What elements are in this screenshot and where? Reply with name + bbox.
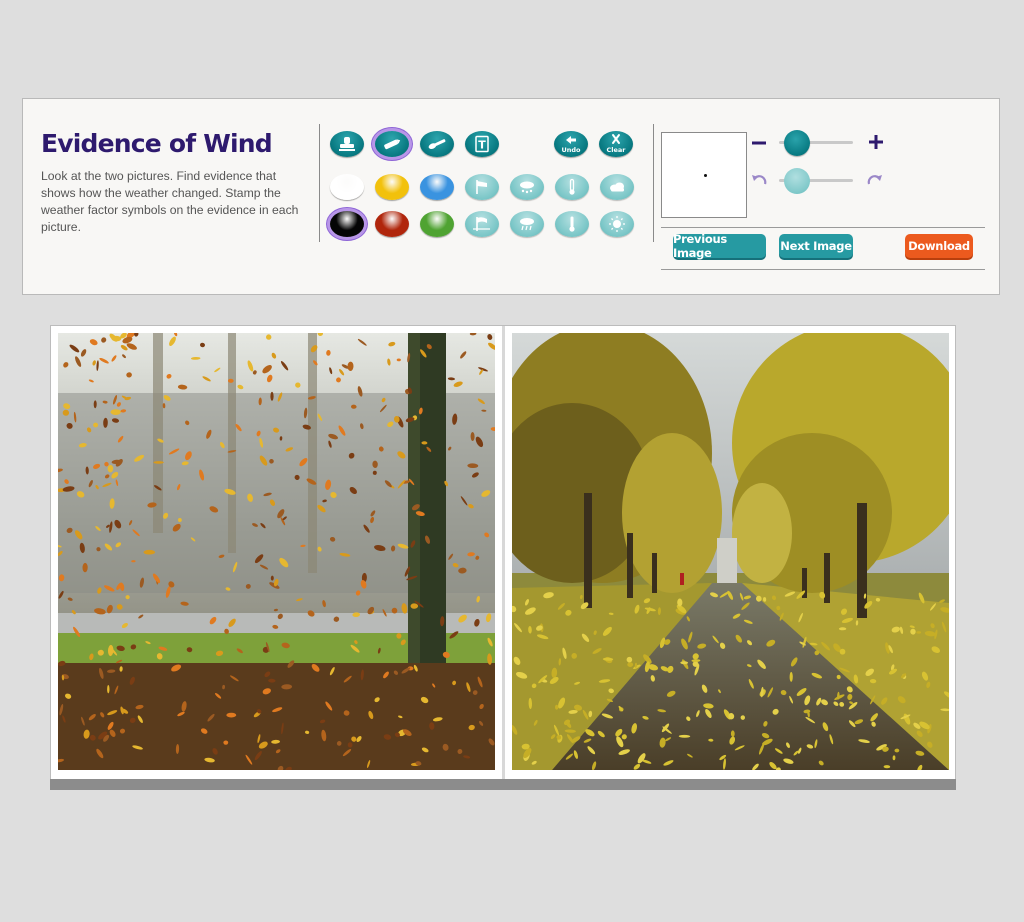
leaf bbox=[396, 358, 401, 362]
brush-icon bbox=[428, 139, 446, 150]
rotate-right-button[interactable] bbox=[866, 172, 884, 188]
leaf bbox=[226, 712, 237, 718]
brush-preview-dot bbox=[704, 174, 707, 177]
thermometer-low-stamp-button[interactable] bbox=[555, 174, 589, 200]
cloud-icon bbox=[610, 182, 624, 192]
thermometer-high-stamp-button[interactable] bbox=[555, 211, 589, 237]
photo-blowing-leaves[interactable] bbox=[58, 333, 495, 770]
divider bbox=[661, 269, 985, 270]
size-slider-knob[interactable] bbox=[783, 130, 810, 156]
rotate-left-button[interactable] bbox=[750, 172, 768, 188]
undo-button[interactable]: Undo bbox=[554, 131, 588, 157]
thermometer-high-icon bbox=[569, 216, 575, 232]
sun-stamp-button[interactable] bbox=[600, 211, 634, 237]
clear-label: Clear bbox=[606, 146, 626, 154]
stamp-icon bbox=[339, 137, 355, 151]
color-white-swatch[interactable] bbox=[330, 174, 364, 200]
snow-cloud-icon bbox=[520, 181, 534, 194]
activity-panel: Evidence of Wind Look at the two picture… bbox=[22, 98, 1000, 295]
color-green-swatch[interactable] bbox=[420, 211, 454, 237]
cloud-stamp-button[interactable] bbox=[600, 174, 634, 200]
minus-icon bbox=[752, 141, 766, 145]
rain-cloud-icon bbox=[520, 218, 534, 231]
image-divider bbox=[502, 326, 505, 779]
leaf bbox=[789, 671, 793, 682]
toolbox: T Undo Clear bbox=[23, 99, 663, 294]
leaf bbox=[223, 740, 229, 745]
flag-wind-stamp-button[interactable] bbox=[465, 211, 499, 237]
stamp-tool-button[interactable] bbox=[330, 131, 364, 157]
wind-sock-stamp-button[interactable] bbox=[465, 174, 499, 200]
wind-sock-icon bbox=[476, 180, 487, 194]
brush-tool-button[interactable] bbox=[420, 131, 454, 157]
download-button[interactable]: Download bbox=[905, 234, 973, 258]
clear-button[interactable]: Clear bbox=[599, 131, 633, 157]
size-increase-button[interactable] bbox=[868, 134, 884, 150]
text-tool-icon: T bbox=[475, 135, 489, 153]
divider bbox=[661, 227, 985, 228]
flag-wind-icon bbox=[473, 217, 490, 231]
blowing-leaves-image bbox=[58, 333, 495, 770]
rain-cloud-stamp-button[interactable] bbox=[510, 211, 544, 237]
svg-text:T: T bbox=[478, 139, 486, 152]
rotate-left-icon bbox=[752, 175, 767, 185]
undo-label: Undo bbox=[561, 146, 581, 154]
next-image-button[interactable]: Next Image bbox=[779, 234, 853, 258]
size-decrease-button[interactable] bbox=[751, 135, 767, 151]
marker-tool-button[interactable] bbox=[375, 131, 409, 157]
text-tool-button[interactable]: T bbox=[465, 131, 499, 157]
color-yellow-swatch[interactable] bbox=[375, 174, 409, 200]
plus-icon bbox=[869, 135, 883, 149]
photo-tree-avenue[interactable] bbox=[512, 333, 949, 770]
opacity-slider-knob[interactable] bbox=[783, 168, 810, 194]
canvas-footer-bar bbox=[50, 779, 956, 790]
leaf bbox=[153, 461, 164, 464]
marker-icon bbox=[384, 139, 401, 150]
previous-image-button[interactable]: Previous Image bbox=[673, 232, 766, 260]
drawing-canvas[interactable] bbox=[50, 325, 956, 780]
leaf bbox=[270, 391, 274, 401]
rotate-right-icon bbox=[867, 175, 882, 185]
leaf bbox=[916, 631, 922, 634]
color-black-swatch[interactable] bbox=[330, 211, 364, 237]
brush-preview bbox=[661, 132, 747, 218]
sun-icon bbox=[609, 216, 625, 232]
color-red-swatch[interactable] bbox=[375, 211, 409, 237]
leaf bbox=[627, 662, 634, 667]
snow-cloud-stamp-button[interactable] bbox=[510, 174, 544, 200]
thermometer-low-icon bbox=[569, 178, 575, 195]
leaf bbox=[143, 549, 156, 555]
color-blue-swatch[interactable] bbox=[420, 174, 454, 200]
leaf bbox=[107, 685, 110, 694]
tree-avenue-image bbox=[512, 333, 949, 770]
leaf bbox=[110, 409, 121, 415]
